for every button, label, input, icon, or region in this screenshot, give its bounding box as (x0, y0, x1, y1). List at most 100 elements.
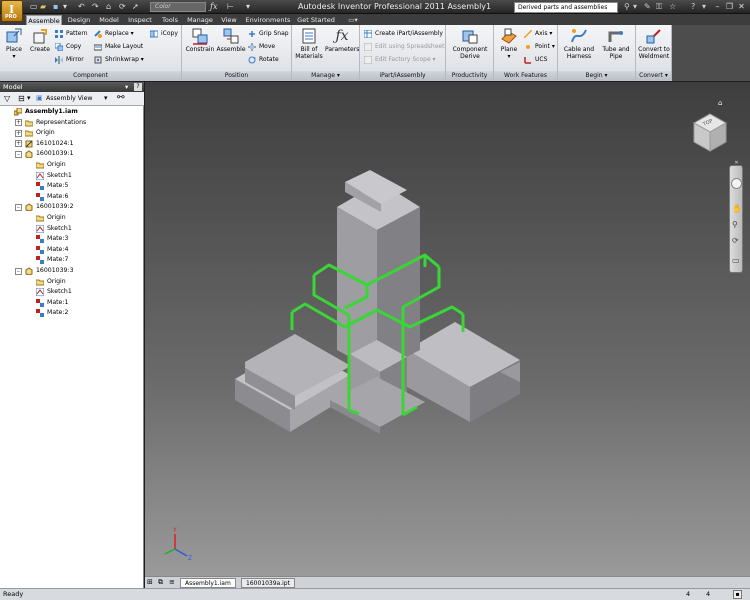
pan-icon[interactable]: ✋ (732, 204, 742, 213)
expand-toggle[interactable]: + (15, 140, 22, 148)
tab-model[interactable]: Model (96, 15, 122, 25)
replace-button[interactable]: Replace ▾ (94, 29, 134, 38)
tab-get-started[interactable]: Get Started (296, 15, 336, 25)
viewcube[interactable]: ⌂ TOP (690, 99, 730, 155)
mirror-button[interactable]: Mirror (55, 55, 84, 64)
edit-spreadsheet-button[interactable]: Edit using Spreadsheet (364, 42, 444, 51)
bill-of-materials-button[interactable]: Bill of Materials (294, 27, 324, 60)
manage-panel-title[interactable]: Manage ▾ (292, 71, 359, 81)
orbit-icon[interactable]: ⟳ (732, 236, 739, 245)
favorites-icon[interactable]: ☆ (669, 1, 676, 13)
pattern-icon (55, 30, 63, 38)
communication-icon[interactable]: ⚿ (656, 1, 662, 13)
tile-windows-icon[interactable]: ⊞ (147, 578, 153, 586)
cable-and-harness-button[interactable]: Cable and Harness (561, 27, 597, 60)
tab-inspect[interactable]: Inspect (124, 15, 156, 25)
dropdown-icon[interactable]: ▾ (633, 1, 637, 13)
measure-icon[interactable]: ⊢ (227, 2, 234, 12)
expand-toggle[interactable]: – (15, 150, 22, 158)
rotate-button[interactable]: Rotate (248, 55, 279, 64)
redo-icon[interactable]: ↷ (92, 2, 99, 12)
search-input[interactable]: Derived parts and assemblies (514, 2, 618, 13)
spreadsheet-icon (364, 43, 372, 51)
cascade-windows-icon[interactable]: ⧉ (158, 578, 163, 587)
ucs-button[interactable]: UCS (524, 55, 547, 64)
place-button[interactable]: Place ▾ (2, 27, 26, 60)
update-icon[interactable]: ⟳ (119, 2, 126, 12)
begin-panel-title[interactable]: Begin ▾ (558, 71, 635, 81)
chevron-down-icon[interactable]: ▾ (104, 94, 108, 102)
panel-toggle-icon[interactable]: ▭▾ (346, 15, 360, 25)
assemble-button[interactable]: Assemble (216, 27, 246, 53)
undo-icon[interactable]: ↶ (78, 2, 85, 12)
search-icon[interactable]: ⚲ (624, 1, 630, 13)
point-button[interactable]: Point ▾ (524, 42, 555, 51)
doc-tab-part[interactable]: 16001039a.ipt (241, 578, 295, 588)
home-view-icon[interactable]: ⌂ (718, 99, 722, 107)
grip-snap-button[interactable]: Grip Snap (248, 29, 289, 38)
make-layout-button[interactable]: Make Layout (94, 42, 143, 51)
axis-button[interactable]: Axis ▾ (524, 29, 552, 38)
zoom-icon[interactable]: ⚲ (732, 220, 738, 229)
parameters-fx-icon[interactable]: ƒx (210, 2, 217, 12)
select-icon[interactable]: ➚ (132, 2, 139, 12)
save-icon[interactable]: ▪ (53, 2, 58, 12)
color-combo[interactable]: Color (150, 2, 206, 12)
application-menu-button[interactable]: I PRO (1, 0, 23, 22)
window-list-icon[interactable]: ≡ (169, 578, 175, 586)
tube-and-pipe-button[interactable]: Tube and Pipe (599, 27, 633, 60)
tab-assemble[interactable]: Assemble (26, 15, 62, 25)
expand-toggle[interactable]: – (15, 203, 22, 211)
edit-factory-scope-button[interactable]: Edit Factory Scope ▾ (364, 55, 436, 64)
status-icon[interactable]: ▪ (733, 590, 742, 599)
expand-toggle[interactable]: + (15, 129, 22, 137)
find-binoculars-icon[interactable]: ⚯ (117, 93, 125, 103)
chevron-down-icon[interactable]: ▾ (27, 94, 31, 102)
component-panel-title[interactable]: Component (0, 71, 181, 81)
graphics-viewport[interactable]: Y Z ⌂ TOP (145, 82, 750, 576)
more-icon[interactable]: ▾ (246, 2, 250, 12)
move-button[interactable]: Move (248, 42, 275, 51)
browser-help-icon[interactable]: ? (134, 83, 142, 91)
tab-tools[interactable]: Tools (158, 15, 182, 25)
constrain-button[interactable]: Constrain (184, 27, 216, 53)
assembly-model[interactable] (235, 170, 520, 434)
help-icon[interactable]: ? (691, 1, 695, 13)
navbar-close-icon[interactable]: ✕ (731, 160, 742, 166)
restore-icon[interactable]: ❐ (724, 1, 735, 12)
create-button[interactable]: Create (28, 27, 52, 53)
tab-environments[interactable]: Environments (242, 15, 294, 25)
expand-toggle[interactable]: + (15, 119, 22, 127)
shrinkwrap-button[interactable]: Shrinkwrap ▾ (94, 55, 144, 64)
home-icon[interactable]: ⌂ (106, 2, 111, 12)
create-ipart-button[interactable]: Create iPart/iAssembly (364, 29, 443, 38)
filter-icon[interactable]: ▽ (4, 94, 10, 103)
bom-label-line2: Materials (295, 53, 323, 60)
parameters-button[interactable]: ƒx Parameters (325, 27, 359, 53)
tab-design[interactable]: Design (64, 15, 94, 25)
steering-wheel-icon[interactable] (731, 178, 742, 189)
assembly-view-combo[interactable]: Assembly View (46, 95, 92, 102)
dropdown-icon[interactable]: ▾ (702, 1, 706, 13)
minimize-icon[interactable]: – (712, 1, 723, 12)
copy-button[interactable]: Copy (55, 42, 81, 51)
close-icon[interactable]: ✕ (736, 1, 747, 12)
plane-button[interactable]: Plane ▾ (496, 27, 522, 60)
open-icon[interactable]: ▰ (40, 2, 46, 12)
new-icon[interactable]: ▭ (30, 2, 38, 12)
tab-manage[interactable]: Manage (184, 15, 216, 25)
convert-panel-title[interactable]: Convert ▾ (636, 71, 671, 81)
dropdown-icon[interactable]: ▾ (63, 2, 67, 12)
tab-view[interactable]: View (218, 15, 240, 25)
assemble-label: Assemble (216, 46, 246, 53)
expand-toggle[interactable]: – (15, 267, 22, 275)
doc-tab-assembly[interactable]: Assembly1.iam (180, 578, 236, 588)
subscription-icon[interactable]: ✎ (644, 1, 651, 13)
hierarchy-icon[interactable]: ⊟ (18, 94, 25, 103)
look-at-icon[interactable]: ▭ (732, 256, 740, 265)
convert-to-weldment-button[interactable]: Convert to Weldment (637, 27, 671, 60)
pattern-button[interactable]: Pattern (55, 29, 88, 38)
component-derive-button[interactable]: Component Derive (449, 27, 491, 60)
chevron-down-icon[interactable]: ▾ (125, 82, 128, 92)
icopy-button[interactable]: iCopy (150, 29, 178, 38)
